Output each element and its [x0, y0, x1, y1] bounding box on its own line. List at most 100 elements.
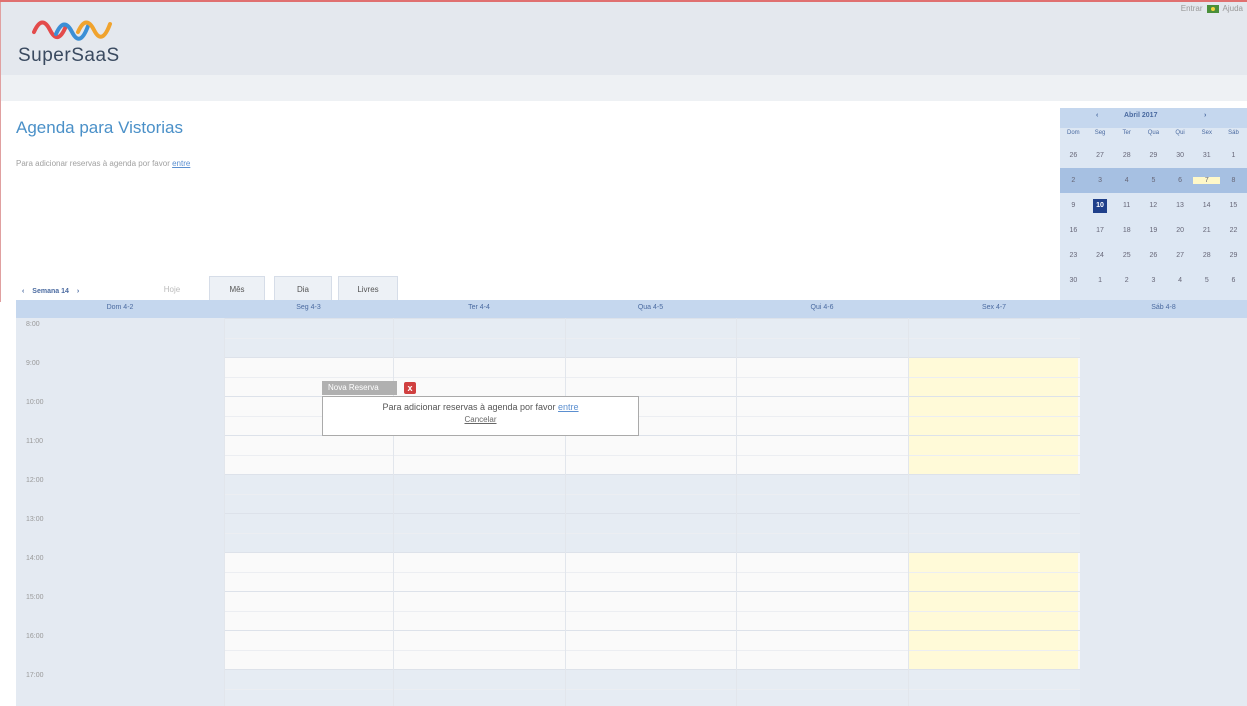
mini-calendar-day[interactable]: 24 [1087, 252, 1114, 259]
weekday-label: Ter [1122, 130, 1131, 136]
hour-label: 10:00 [26, 399, 44, 406]
tab-day[interactable]: Dia [274, 276, 332, 301]
weekday-label: Sáb [1228, 130, 1239, 136]
intro-message: Para adicionar reservas à agenda por fav… [16, 159, 173, 168]
language-flag-icon[interactable] [1206, 4, 1219, 13]
column-divider [224, 318, 225, 706]
mini-calendar-day[interactable]: 11 [1113, 202, 1140, 209]
cancel-link[interactable]: Cancelar [323, 415, 638, 424]
mini-calendar-day[interactable]: 20 [1167, 227, 1194, 234]
mini-calendar-day[interactable]: 2 [1060, 177, 1087, 184]
hour-line [224, 552, 1086, 553]
hour-label: 11:00 [26, 438, 43, 445]
tab-free[interactable]: Livres [338, 276, 398, 301]
mini-calendar-day[interactable]: 17 [1087, 227, 1114, 234]
mini-calendar-day[interactable]: 6 [1220, 277, 1247, 284]
mini-calendar-day[interactable]: 18 [1113, 227, 1140, 234]
mini-calendar-day[interactable]: 21 [1193, 227, 1220, 234]
weekday-label: Qui [1175, 130, 1185, 136]
day-header[interactable]: Qui 4-6 [736, 300, 908, 318]
mini-calendar-day[interactable]: 5 [1193, 277, 1220, 284]
mini-calendar-day[interactable]: 16 [1060, 227, 1087, 234]
half-hour-line [224, 610, 1086, 612]
mini-calendar-day[interactable]: 7 [1193, 177, 1221, 184]
mini-calendar-day[interactable]: 12 [1140, 202, 1167, 209]
mini-calendar-day[interactable]: 3 [1087, 177, 1114, 184]
mini-calendar-day[interactable]: 31 [1193, 152, 1220, 159]
mini-calendar-day[interactable]: 6 [1167, 177, 1194, 184]
hour-label: 9:00 [26, 360, 40, 367]
mini-calendar-day[interactable]: 1 [1220, 152, 1247, 159]
mini-calendar-day[interactable]: 4 [1167, 277, 1194, 284]
mini-calendar-day[interactable]: 30 [1060, 277, 1087, 284]
mini-calendar-day[interactable]: 1 [1087, 277, 1114, 284]
left-accent-line [0, 2, 1, 302]
mini-calendar-day[interactable]: 25 [1113, 252, 1140, 259]
hour-line [224, 630, 1086, 631]
mini-calendar-day[interactable]: 15 [1220, 202, 1247, 209]
header-bar [0, 2, 1247, 75]
hour-label: 14:00 [26, 555, 44, 562]
day-header[interactable]: Ter 4-4 [393, 300, 565, 318]
column-divider [736, 318, 737, 706]
mini-calendar-day[interactable]: 27 [1087, 152, 1114, 159]
popup-title: Nova Reserva [322, 381, 397, 395]
hour-line [224, 474, 1086, 475]
login-link[interactable]: entre [172, 159, 190, 168]
mini-calendar-day[interactable]: 4 [1113, 177, 1140, 184]
mini-calendar-day[interactable]: 30 [1167, 152, 1194, 159]
week-calendar-grid: 8:00 9:00 10:00 11:00 12:00 13:00 14:00 15:00 16… [16, 300, 1247, 706]
weekday-label: Qua [1147, 130, 1160, 136]
mini-calendar-day[interactable]: 28 [1193, 252, 1220, 259]
mini-calendar-day[interactable]: 23 [1060, 252, 1087, 259]
mini-calendar-day[interactable]: 26 [1140, 252, 1167, 259]
tab-today[interactable]: Hoje [146, 276, 198, 301]
week-nav: ‹ Semana 14 › [22, 288, 79, 295]
mini-calendar-day[interactable]: 2 [1113, 277, 1140, 284]
day-header[interactable]: Dom 4-2 [16, 300, 224, 318]
mini-calendar-day[interactable]: 8 [1220, 177, 1247, 184]
popup-message: Para adicionar reservas à agenda por fav… [382, 402, 559, 412]
day-header[interactable]: Sáb 4-8 [1080, 300, 1247, 318]
mini-calendar-title: Abril 2017 [1124, 112, 1158, 119]
popup-login-link[interactable]: entre [558, 402, 579, 412]
half-hour-line [224, 454, 1086, 456]
sub-header-bar [0, 75, 1247, 101]
half-hour-line [224, 337, 1086, 339]
mini-calendar-day[interactable]: 29 [1140, 152, 1167, 159]
hour-label: 16:00 [26, 633, 44, 640]
tab-month[interactable]: Mês [209, 276, 265, 301]
mini-calendar-day[interactable]: 14 [1193, 202, 1220, 209]
day-header[interactable]: Seg 4-3 [224, 300, 393, 318]
popup-message-line: Para adicionar reservas à agenda por fav… [323, 402, 638, 412]
page-title: Agenda para Vistorias [16, 118, 183, 137]
hour-line [224, 513, 1086, 514]
mini-calendar-prev-button[interactable]: ‹ [1096, 112, 1098, 119]
mini-calendar-day[interactable]: 26 [1060, 152, 1087, 159]
hour-line [224, 669, 1086, 670]
prev-week-button[interactable]: ‹ [22, 288, 24, 295]
logo[interactable]: SuperSaaS [18, 12, 148, 67]
mini-calendar-day[interactable]: 19 [1140, 227, 1167, 234]
mini-calendar-day[interactable]: 28 [1113, 152, 1140, 159]
help-link[interactable]: Ajuda [1223, 4, 1243, 13]
day-header[interactable]: Qua 4-5 [565, 300, 736, 318]
mini-calendar-day[interactable]: 29 [1220, 252, 1247, 259]
mini-calendar-day[interactable]: 13 [1167, 202, 1194, 209]
mini-calendar-day[interactable]: 27 [1167, 252, 1194, 259]
next-week-button[interactable]: › [77, 288, 79, 295]
mini-calendar-next-button[interactable]: › [1204, 112, 1206, 119]
mini-calendar-week: 9 10 11 12 13 14 15 [1060, 193, 1247, 218]
mini-calendar-day[interactable]: 10 [1092, 198, 1107, 213]
mini-calendar-day[interactable]: 3 [1140, 277, 1167, 284]
mini-calendar-day[interactable]: 22 [1220, 227, 1247, 234]
logo-text: SuperSaaS [18, 45, 120, 66]
hour-line [224, 591, 1086, 592]
day-header[interactable]: Sex 4-7 [908, 300, 1080, 318]
mini-calendar-day[interactable]: 9 [1060, 202, 1087, 209]
close-icon[interactable]: x [404, 382, 416, 394]
enter-link[interactable]: Entrar [1181, 4, 1203, 13]
mini-calendar-week: 16 17 18 19 20 21 22 [1060, 218, 1247, 243]
mini-calendar-day[interactable]: 5 [1140, 177, 1167, 184]
hour-label: 13:00 [26, 516, 44, 523]
